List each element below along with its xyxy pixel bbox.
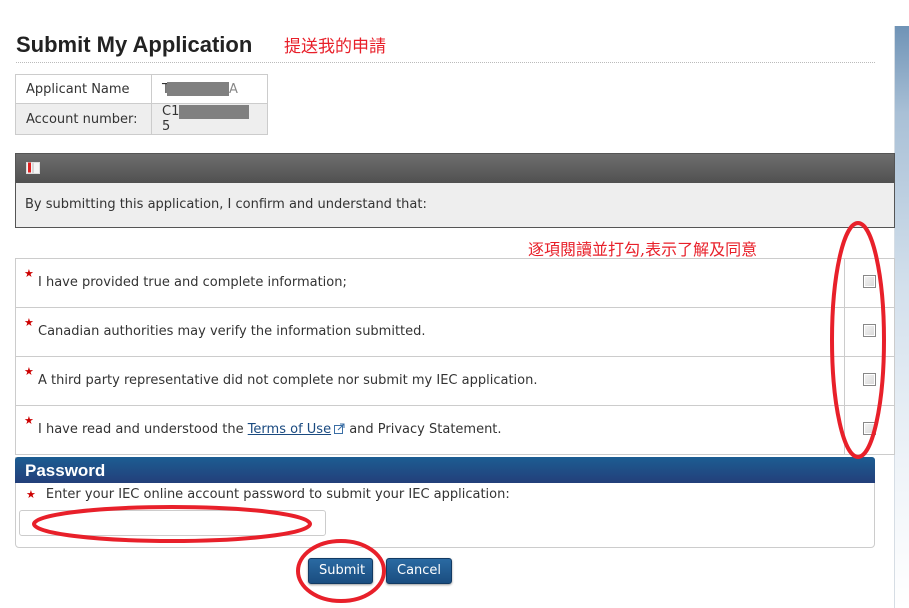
applicant-name-row: Applicant Name TA — [15, 74, 268, 104]
checkbox-cell — [844, 356, 895, 406]
required-star-icon: ★ — [24, 365, 34, 378]
redaction-block — [166, 82, 229, 96]
declaration-text: Canadian authorities may verify the info… — [38, 324, 426, 339]
value-suffix: A — [228, 81, 238, 97]
title-annotation: 提送我的申請 — [284, 37, 386, 57]
declarations-table: ★ I have provided true and complete infor… — [14, 258, 895, 455]
cancel-button[interactable]: Cancel — [386, 558, 452, 584]
checkbox-annotation: 逐項閱讀並打勾,表示了解及同意 — [528, 240, 758, 259]
password-label-text: Enter your IEC online account password t… — [45, 487, 510, 502]
declaration-row: ★ Canadian authorities may verify the inf… — [14, 307, 895, 357]
applicant-info-table: Applicant Name TA Account number: C15 — [15, 74, 268, 135]
declaration-text: I have provided true and complete inform… — [38, 275, 347, 290]
declaration-cell: ★ I have read and understood the Terms of… — [14, 405, 846, 455]
required-star-icon: ★ — [24, 414, 34, 427]
book-icon — [26, 162, 40, 174]
page-title: Submit My Application — [16, 32, 253, 57]
required-star-icon: ★ — [26, 488, 36, 501]
value-prefix: C1 — [162, 104, 180, 119]
confirmation-header — [16, 154, 894, 183]
declaration-row: ★ I have read and understood the Terms of… — [14, 405, 895, 455]
declaration-cell: ★ A third party representative did not co… — [14, 356, 846, 406]
account-number-label: Account number: — [15, 103, 152, 135]
account-number-value: C15 — [151, 103, 268, 135]
applicant-name-label: Applicant Name — [15, 74, 152, 104]
text-before: I have read and understood the — [38, 422, 248, 437]
redaction-block — [179, 104, 250, 119]
declaration-checkbox-1[interactable] — [863, 274, 877, 288]
declaration-checkbox-2[interactable] — [863, 323, 877, 337]
external-link-icon — [334, 423, 345, 434]
declaration-text: I have read and understood the Terms of … — [24, 406, 844, 437]
checkbox-cell — [844, 307, 895, 357]
declaration-cell: ★ Canadian authorities may verify the inf… — [14, 307, 846, 357]
confirmation-panel: By submitting this application, I confir… — [15, 153, 895, 228]
declaration-row: ★ A third party representative did not co… — [14, 356, 895, 406]
password-heading: Password — [15, 457, 875, 483]
checkbox-cell — [844, 258, 895, 308]
title-divider — [16, 62, 875, 63]
account-number-row: Account number: C15 — [15, 103, 268, 135]
declaration-checkbox-4[interactable] — [863, 421, 877, 435]
password-input[interactable] — [19, 510, 326, 536]
password-label: ★ Enter your IEC online account password … — [16, 483, 874, 502]
required-star-icon: ★ — [24, 316, 34, 329]
declaration-checkbox-3[interactable] — [863, 372, 877, 386]
declaration-row: ★ I have provided true and complete infor… — [14, 258, 895, 308]
declaration-text: A third party representative did not com… — [38, 373, 538, 388]
applicant-name-value: TA — [151, 74, 268, 104]
terms-of-use-link[interactable]: Terms of Use — [248, 422, 331, 437]
checkbox-cell — [844, 405, 895, 455]
value-suffix: 5 — [162, 119, 171, 134]
required-star-icon: ★ — [24, 267, 34, 280]
password-panel: Password ★ Enter your IEC online account … — [15, 457, 875, 548]
text-after: and Privacy Statement. — [345, 422, 502, 437]
confirmation-intro: By submitting this application, I confir… — [25, 197, 427, 212]
background-decoration — [894, 26, 909, 608]
declaration-cell: ★ I have provided true and complete infor… — [14, 258, 846, 308]
submit-button[interactable]: Submit — [308, 558, 373, 584]
